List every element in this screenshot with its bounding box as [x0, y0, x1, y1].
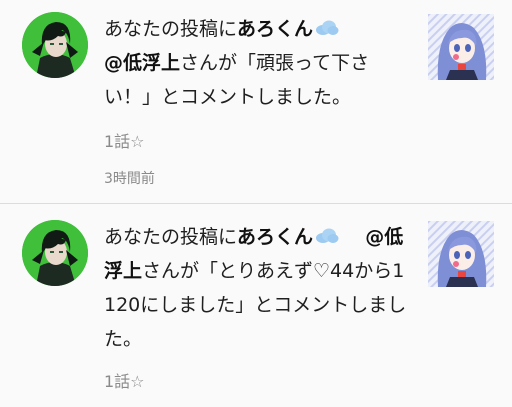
- thumbnail-image: [428, 221, 494, 287]
- story-title[interactable]: 1話☆: [104, 128, 145, 152]
- cloud-badge-icon: [316, 20, 339, 35]
- notification-message: あなたの投稿にあろくん @低浮上さんが「頑張って下さい！」とコメントしました。: [104, 12, 414, 114]
- notification-message: あなたの投稿にあろくん @低浮上さんが「とりあえず♡44から1120にしました」…: [104, 220, 414, 356]
- notification-item[interactable]: あなたの投稿にあろくん @低浮上さんが「とりあえず♡44から1120にしました」…: [0, 204, 512, 407]
- avatar-image: [22, 12, 88, 78]
- cloud-badge-icon: [316, 228, 339, 243]
- message-prefix: あなたの投稿に: [104, 18, 238, 40]
- mention-user[interactable]: @低浮上: [104, 52, 180, 74]
- timestamp: 3時間前: [104, 171, 155, 187]
- thumbnail-image: [428, 14, 494, 80]
- user-avatar[interactable]: [22, 12, 88, 78]
- message-body: さんが「とりあえず♡44から1120にしました」とコメントしました。: [104, 260, 407, 350]
- notification-feed: あなたの投稿にあろくん @低浮上さんが「頑張って下さい！」とコメントしました。 1…: [0, 0, 512, 407]
- post-thumbnail[interactable]: [428, 14, 494, 80]
- post-thumbnail[interactable]: [428, 221, 494, 287]
- message-prefix: あなたの投稿に: [104, 226, 238, 248]
- notification-item[interactable]: あなたの投稿にあろくん @低浮上さんが「頑張って下さい！」とコメントしました。 1…: [0, 0, 512, 203]
- story-title[interactable]: 1話☆: [104, 368, 145, 392]
- commenter-name[interactable]: あろくん: [237, 226, 313, 248]
- user-avatar[interactable]: [22, 220, 88, 286]
- avatar-image: [22, 220, 88, 286]
- commenter-name[interactable]: あろくん: [237, 18, 313, 40]
